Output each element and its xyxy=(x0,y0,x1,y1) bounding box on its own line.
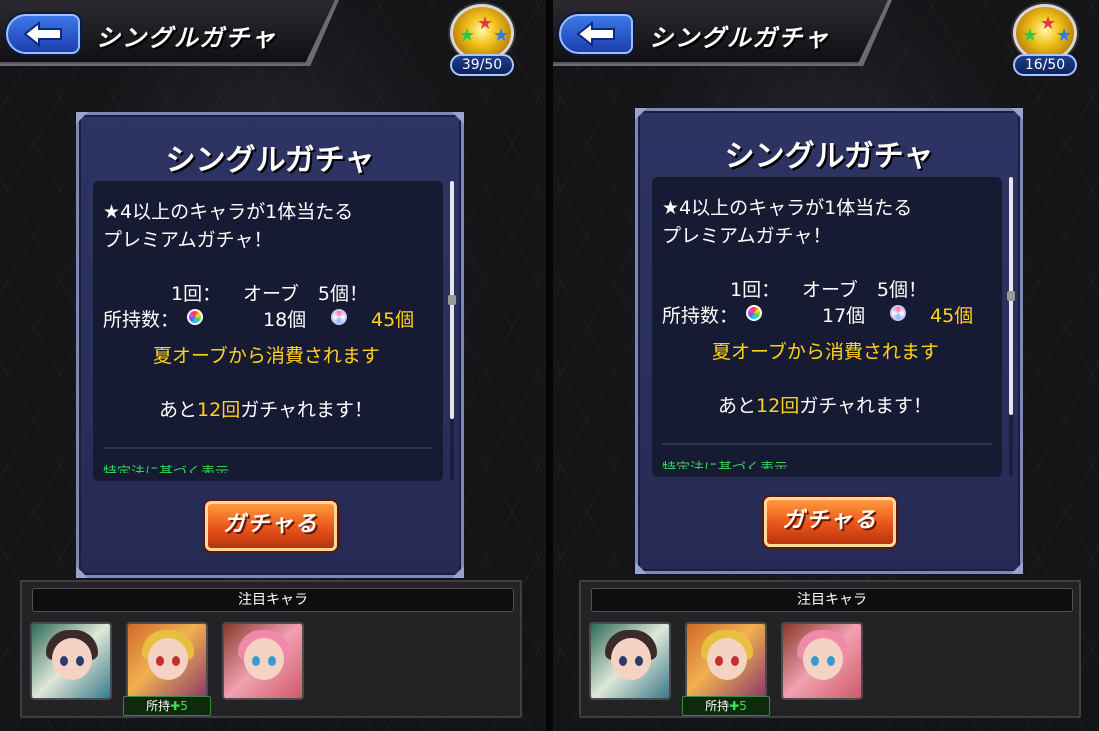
screen-right: シングルガチャ ★ ★ ★ 16/50 シングルガチャ ★4以上のキャラが1体当… xyxy=(553,0,1099,731)
page-title: シングルガチャ xyxy=(649,24,831,52)
desc-line-1: ★4以上のキャラが1体当たる xyxy=(662,197,913,219)
orb-count: 17個 xyxy=(822,305,866,327)
orb-icon xyxy=(746,305,762,321)
orb-icon xyxy=(187,309,203,325)
desc-line-2: プレミアムガチャ！ xyxy=(662,225,832,247)
screen-divider xyxy=(546,0,553,731)
stamina-medal[interactable]: ★ ★ ★ 39/50 xyxy=(446,4,518,76)
character-card[interactable] xyxy=(126,622,208,700)
description-box[interactable]: ★4以上のキャラが1体当たる プレミアムガチャ！ 1回： オーブ 5個！ 所持数… xyxy=(93,181,443,481)
legal-link-text[interactable]: 特定法に基づく表示 xyxy=(103,463,229,473)
scroll-grip-icon xyxy=(448,295,456,305)
owned-label: 所持数： xyxy=(662,305,739,327)
cost-label: 1回： xyxy=(730,279,781,301)
desc-line-2: プレミアムガチャ！ xyxy=(103,229,273,251)
orb-count: 18個 xyxy=(263,309,307,331)
gacha-button[interactable]: ガチャる xyxy=(205,501,337,551)
stamina-count: 39/50 xyxy=(450,54,514,76)
gacha-window: シングルガチャ ★4以上のキャラが1体当たる プレミアムガチャ！ 1回： オーブ… xyxy=(635,108,1023,574)
back-button[interactable] xyxy=(559,14,633,54)
cost-value: オーブ 5個！ xyxy=(243,283,368,305)
cost-label: 1回： xyxy=(171,283,222,305)
consume-note: 夏オーブから消費されます xyxy=(153,345,380,367)
cost-value: オーブ 5個！ xyxy=(802,279,927,301)
character-card[interactable] xyxy=(781,622,863,700)
owned-label: 所持数： xyxy=(103,309,180,331)
remaining-text: あと12回ガチャれます！ xyxy=(159,399,374,421)
separator xyxy=(662,443,992,445)
featured-title: 注目キャラ xyxy=(32,588,514,612)
featured-title: 注目キャラ xyxy=(591,588,1073,612)
back-button[interactable] xyxy=(6,14,80,54)
character-card[interactable] xyxy=(222,622,304,700)
scroll-grip-icon xyxy=(1007,291,1015,301)
window-title: シングルガチャ xyxy=(165,143,375,178)
gacha-window: シングルガチャ ★4以上のキャラが1体当たる プレミアムガチャ！ 1回： オーブ… xyxy=(76,112,464,578)
remaining-text: あと12回ガチャれます！ xyxy=(718,395,933,417)
stamina-count: 16/50 xyxy=(1013,54,1077,76)
desc-line-1: ★4以上のキャラが1体当たる xyxy=(103,201,354,223)
owned-badge: 所持✚5 xyxy=(682,696,770,716)
scrollbar[interactable] xyxy=(1007,177,1015,477)
window-title: シングルガチャ xyxy=(724,139,934,174)
character-card[interactable] xyxy=(685,622,767,700)
description-box[interactable]: ★4以上のキャラが1体当たる プレミアムガチャ！ 1回： オーブ 5個！ 所持数… xyxy=(652,177,1002,477)
character-card[interactable] xyxy=(30,622,112,700)
summer-orb-count: 45個 xyxy=(371,309,415,331)
featured-characters: 注目キャラ 所持✚5 xyxy=(20,580,522,718)
page-title: シングルガチャ xyxy=(96,24,278,52)
summer-orb-count: 45個 xyxy=(930,305,974,327)
legal-link-text[interactable]: 特定法に基づく表示 xyxy=(662,459,788,469)
character-card[interactable] xyxy=(589,622,671,700)
back-arrow-icon xyxy=(23,21,62,47)
stamina-medal[interactable]: ★ ★ ★ 16/50 xyxy=(1009,4,1081,76)
scrollbar[interactable] xyxy=(448,181,456,481)
summer-orb-icon xyxy=(331,309,347,325)
gacha-button[interactable]: ガチャる xyxy=(764,497,896,547)
separator xyxy=(103,447,433,449)
owned-badge: 所持✚5 xyxy=(123,696,211,716)
summer-orb-icon xyxy=(890,305,906,321)
back-arrow-icon xyxy=(576,21,615,47)
featured-characters: 注目キャラ 所持✚5 xyxy=(579,580,1081,718)
screen-left: シングルガチャ ★ ★ ★ 39/50 シングルガチャ ★4以上のキャラが1体当… xyxy=(0,0,546,731)
consume-note: 夏オーブから消費されます xyxy=(712,341,939,363)
